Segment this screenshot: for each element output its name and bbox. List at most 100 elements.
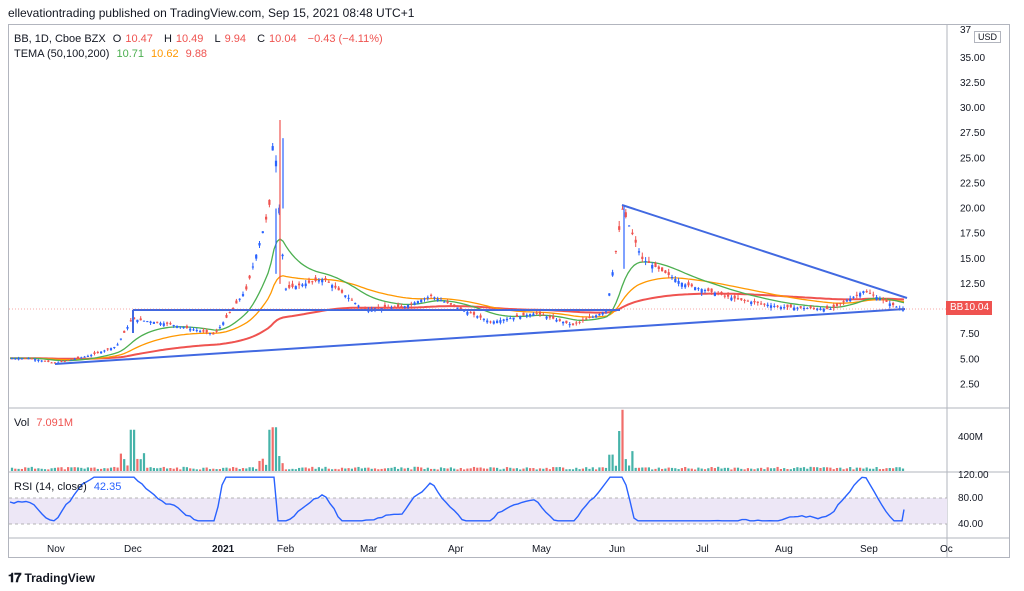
volume-bar [24, 467, 27, 471]
candle-body [73, 358, 76, 360]
volume-bar [175, 467, 179, 471]
volume-bar [496, 467, 499, 471]
candle-body [826, 306, 829, 309]
candle-body [258, 243, 261, 246]
ohlc-high: H 10.49 [163, 33, 204, 45]
volume-bar [763, 469, 766, 471]
volume-bar [34, 468, 37, 471]
volume-bar [225, 467, 228, 471]
volume-bar [149, 467, 152, 471]
volume-bar [878, 469, 881, 471]
volume-bar [624, 459, 627, 471]
candle-body [753, 300, 756, 303]
volume-bar [740, 468, 743, 471]
volume-bar [647, 467, 650, 471]
volume-bar [340, 467, 344, 471]
candle-body [439, 300, 443, 302]
volume-bar [354, 467, 357, 471]
volume-bar [469, 468, 472, 471]
volume-bar [466, 468, 469, 471]
volume-bar [109, 467, 113, 471]
candle-body [436, 298, 439, 301]
tema-200-value: 9.88 [185, 48, 208, 60]
candle-body [291, 283, 294, 287]
currency-button[interactable]: USD [974, 31, 1002, 43]
volume-bar [268, 429, 271, 471]
volume-bar [750, 468, 753, 471]
candle-body [63, 360, 66, 362]
volume-bar [746, 468, 749, 471]
volume-bar [192, 468, 195, 471]
volume-bar [284, 469, 287, 471]
candle-body [397, 304, 400, 308]
candle-body [796, 307, 799, 309]
candle-body [199, 330, 202, 332]
candle-body [727, 294, 730, 297]
tema-50-value: 10.71 [116, 48, 144, 60]
volume-bar [90, 467, 93, 471]
candle-body [423, 298, 426, 300]
volume-bar [410, 469, 413, 471]
volume-bar [710, 467, 713, 471]
candle-body [139, 318, 142, 321]
candle-body [347, 297, 350, 299]
candle-body [228, 311, 231, 313]
volume-bar [608, 454, 611, 471]
volume-bar [83, 468, 86, 471]
candle-body [403, 306, 406, 308]
candle-body [875, 297, 878, 301]
candle-body [261, 231, 264, 234]
ohlc-open: O 10.47 [112, 33, 153, 45]
volume-bar [439, 467, 443, 471]
volume-bar [166, 468, 169, 471]
candle-body [364, 307, 367, 309]
volume-bar [849, 467, 852, 471]
price-tick-label: 5.00 [960, 354, 980, 365]
candle-body [687, 282, 690, 286]
candle-body [512, 317, 515, 320]
candle-body [479, 315, 482, 318]
candle-body [661, 267, 664, 271]
candle-body [24, 357, 27, 359]
volume-bar [694, 469, 697, 471]
candle-body [776, 305, 779, 307]
volume-bar [535, 469, 538, 471]
volume-bar [248, 467, 251, 471]
candle-body [849, 298, 852, 302]
volume-bar [291, 468, 294, 471]
chart-canvas[interactable]: 37 35.00 32.50 30.00 27.50 25.00 22.50 20.00 17.… [0, 0, 1024, 591]
candle-body [628, 225, 631, 227]
volume-bar [350, 468, 353, 471]
candle-body [707, 288, 710, 291]
candle-body [568, 324, 571, 326]
candle-body [30, 358, 33, 360]
ohlc-low: L 9.94 [214, 33, 247, 45]
price-tick-label: 32.50 [960, 78, 985, 89]
candle-body [76, 356, 80, 359]
candle-body [552, 316, 555, 319]
candle-body [654, 262, 657, 267]
price-legend: BB, 1D, Cboe BZX O 10.47 H 10.49 L 9.94 C 10… [14, 33, 387, 45]
candle-body [555, 319, 558, 322]
candle-body [859, 293, 862, 297]
volume-bar [885, 468, 888, 471]
candle-body [519, 316, 522, 319]
candle-body [832, 304, 835, 308]
candle-body [763, 303, 766, 305]
volume-bar [888, 467, 891, 471]
tradingview-logo[interactable]: 𝟏𝟕 TradingView [8, 570, 95, 586]
volume-bar [575, 467, 578, 471]
volume-bar [456, 469, 459, 471]
volume-bar [360, 468, 363, 471]
volume-bar [123, 459, 126, 471]
candle-body [578, 321, 581, 323]
volume-bar [67, 467, 70, 471]
volume-bar [406, 467, 410, 471]
volume-bar [865, 467, 868, 471]
candle-body [410, 303, 413, 305]
volume-bar [245, 468, 248, 471]
volume-bar [680, 468, 683, 471]
candle-body [624, 212, 627, 217]
candle-body [393, 306, 396, 308]
time-tick-label: Feb [277, 544, 295, 555]
